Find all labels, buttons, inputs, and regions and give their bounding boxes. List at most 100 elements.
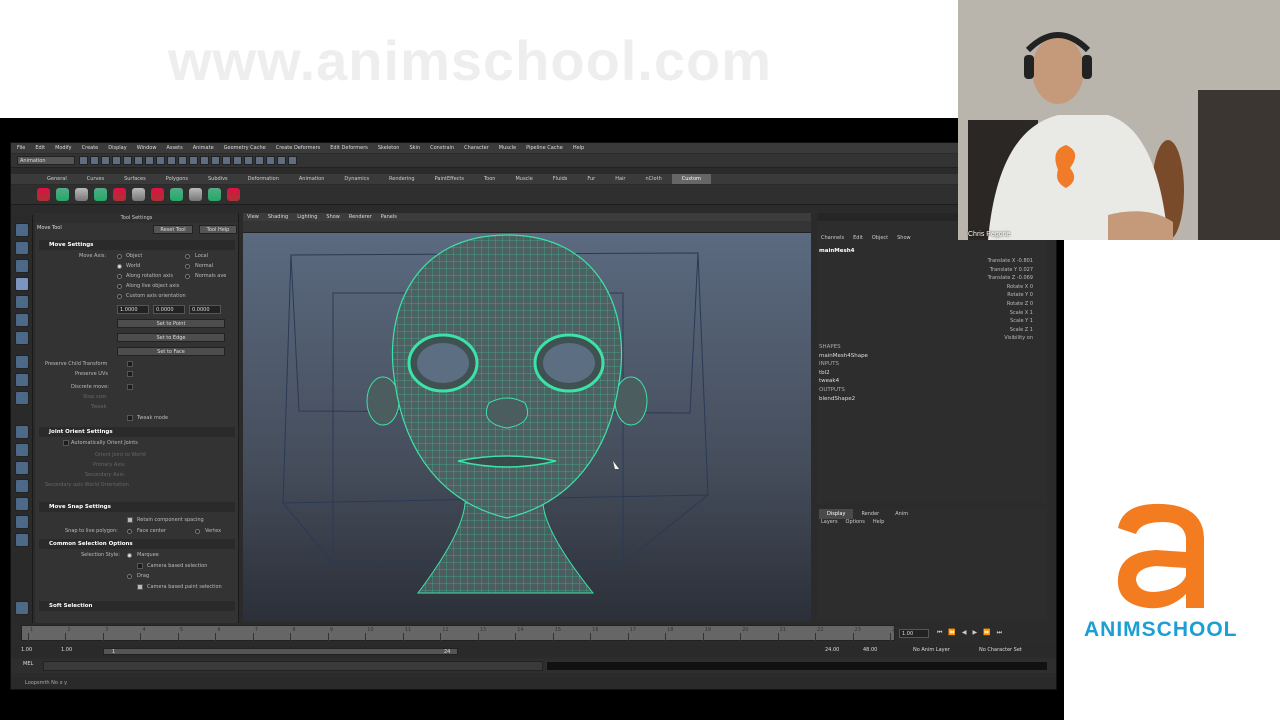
radio-face-center[interactable] — [127, 529, 132, 534]
range-start-field[interactable]: 1.00 — [61, 647, 72, 653]
menu-animate[interactable]: Animate — [193, 145, 214, 151]
shelf-tool-icon[interactable] — [37, 188, 50, 201]
lasso-tool-icon[interactable] — [15, 241, 29, 255]
layer-menu-options[interactable]: Options — [846, 519, 865, 525]
radio-normal[interactable] — [185, 264, 190, 269]
auto-orient-checkbox[interactable] — [63, 440, 69, 446]
shelf-tool-icon[interactable] — [170, 188, 183, 201]
select-hierarchy-icon[interactable] — [112, 156, 121, 165]
camera-paint-checkbox[interactable] — [137, 584, 143, 590]
vp-menu-shading[interactable]: Shading — [268, 213, 288, 221]
shelf-tab-polygons[interactable]: Polygons — [156, 174, 198, 184]
attr-translate-y[interactable]: Translate Y 0.027 — [963, 266, 1033, 275]
snap-curve-icon[interactable] — [222, 156, 231, 165]
split-tool-icon[interactable] — [15, 391, 29, 405]
vp-menu-show[interactable]: Show — [326, 213, 340, 221]
command-input[interactable] — [43, 661, 543, 671]
shelf-tool-icon[interactable] — [227, 188, 240, 201]
layout-outliner-icon[interactable] — [15, 479, 29, 493]
attr-rotate-x[interactable]: Rotate X 0 — [963, 283, 1033, 292]
select-component-icon[interactable] — [134, 156, 143, 165]
custom-axis-x[interactable]: 1.0000 — [117, 305, 149, 314]
radio-local[interactable] — [185, 254, 190, 259]
custom-axis-z[interactable]: 0.0000 — [189, 305, 221, 314]
shelf-tool-icon[interactable] — [56, 188, 69, 201]
shelf-tab-hair[interactable]: Hair — [605, 174, 635, 184]
radio-object[interactable] — [117, 254, 122, 259]
menu-modify[interactable]: Modify — [55, 145, 72, 151]
open-scene-icon[interactable] — [90, 156, 99, 165]
menu-create[interactable]: Create — [82, 145, 99, 151]
shelf-tab-animation[interactable]: Animation — [289, 174, 335, 184]
shelf-tab-rendering[interactable]: Rendering — [379, 174, 425, 184]
ch-menu-edit[interactable]: Edit — [853, 235, 863, 241]
rotate-tool-icon[interactable] — [15, 295, 29, 309]
viewport-panel[interactable]: View Shading Lighting Show Renderer Pane… — [243, 213, 811, 622]
mask-icon[interactable] — [189, 156, 198, 165]
shelf-tab-subdivs[interactable]: Subdivs — [198, 174, 238, 184]
shelf-tab-curves[interactable]: Curves — [77, 174, 114, 184]
reset-tool-button[interactable]: Reset Tool — [153, 225, 193, 234]
soft-selection-section[interactable]: Soft Selection — [39, 601, 235, 611]
ch-menu-channels[interactable]: Channels — [821, 235, 844, 241]
move-settings-section[interactable]: Move Settings — [39, 240, 235, 250]
mask-icon[interactable] — [167, 156, 176, 165]
shelf-tab-fur[interactable]: Fur — [577, 174, 605, 184]
snap-grid-icon[interactable] — [211, 156, 220, 165]
shelf-tool-icon[interactable] — [113, 188, 126, 201]
new-scene-icon[interactable] — [79, 156, 88, 165]
play-icon[interactable]: ▶ — [973, 629, 978, 637]
gear-icon[interactable] — [15, 601, 29, 615]
select-tool-icon[interactable] — [15, 223, 29, 237]
radio-custom-axis[interactable] — [117, 294, 122, 299]
menu-file[interactable]: File — [17, 145, 25, 151]
vp-menu-view[interactable]: View — [247, 213, 259, 221]
layer-menu-layers[interactable]: Layers — [821, 519, 838, 525]
shelf-tab-surfaces[interactable]: Surfaces — [114, 174, 156, 184]
menu-skeleton[interactable]: Skeleton — [378, 145, 400, 151]
attr-rotate-y[interactable]: Rotate Y 0 — [963, 291, 1033, 300]
menu-help[interactable]: Help — [573, 145, 584, 151]
menu-constrain[interactable]: Constrain — [430, 145, 454, 151]
go-end-icon[interactable]: ⏭ — [997, 629, 1002, 637]
move-tool-icon[interactable] — [15, 277, 29, 291]
time-slider[interactable]: 1 2 3 4 5 6 7 8 9 10 11 12 13 14 15 16 17 18 19 20 21 22 23 24 — [21, 625, 898, 641]
viewport-canvas[interactable] — [243, 233, 811, 622]
shelf-tab-ncloth[interactable]: nCloth — [636, 174, 672, 184]
radio-marquee[interactable] — [127, 553, 132, 558]
tab-render[interactable]: Render — [853, 509, 887, 519]
range-slider[interactable]: 1 24 — [103, 648, 458, 655]
scale-tool-icon[interactable] — [15, 313, 29, 327]
shelf-tool-icon[interactable] — [208, 188, 221, 201]
shelf-tool-icon[interactable] — [151, 188, 164, 201]
render-icon[interactable] — [266, 156, 275, 165]
ch-menu-object[interactable]: Object — [872, 235, 888, 241]
mask-icon[interactable] — [145, 156, 154, 165]
common-selection-section[interactable]: Common Selection Options — [39, 539, 235, 549]
history-item[interactable]: tweak4 — [819, 377, 1045, 386]
set-to-point-button[interactable]: Set to Point — [117, 319, 225, 328]
tool-help-button[interactable]: Tool Help — [199, 225, 237, 234]
history-item[interactable]: mainMesh4Shape — [819, 352, 1045, 361]
shelf-tab-custom[interactable]: Custom — [671, 174, 711, 184]
snap-plane-icon[interactable] — [244, 156, 253, 165]
history-item[interactable]: tbl2 — [819, 369, 1045, 378]
mode-selector[interactable]: Animation — [17, 156, 75, 165]
layout-four-icon[interactable] — [15, 443, 29, 457]
tweak-mode-checkbox[interactable] — [127, 415, 133, 421]
menu-display[interactable]: Display — [108, 145, 126, 151]
history-icon[interactable] — [255, 156, 264, 165]
menu-create-deformers[interactable]: Create Deformers — [276, 145, 321, 151]
shelf-tab-fluids[interactable]: Fluids — [543, 174, 578, 184]
menu-character[interactable]: Character — [464, 145, 489, 151]
ipr-icon[interactable] — [277, 156, 286, 165]
mel-label[interactable]: MEL — [23, 661, 33, 667]
menu-skin[interactable]: Skin — [409, 145, 420, 151]
sculpt-tool-icon[interactable] — [15, 373, 29, 387]
shelf-tab-dynamics[interactable]: Dynamics — [334, 174, 379, 184]
step-back-icon[interactable]: ⏪ — [948, 629, 955, 637]
last-tool-icon[interactable] — [15, 355, 29, 369]
attr-translate-z[interactable]: Translate Z -0.069 — [963, 274, 1033, 283]
radio-drag[interactable] — [127, 574, 132, 579]
radio-vertex[interactable] — [195, 529, 200, 534]
